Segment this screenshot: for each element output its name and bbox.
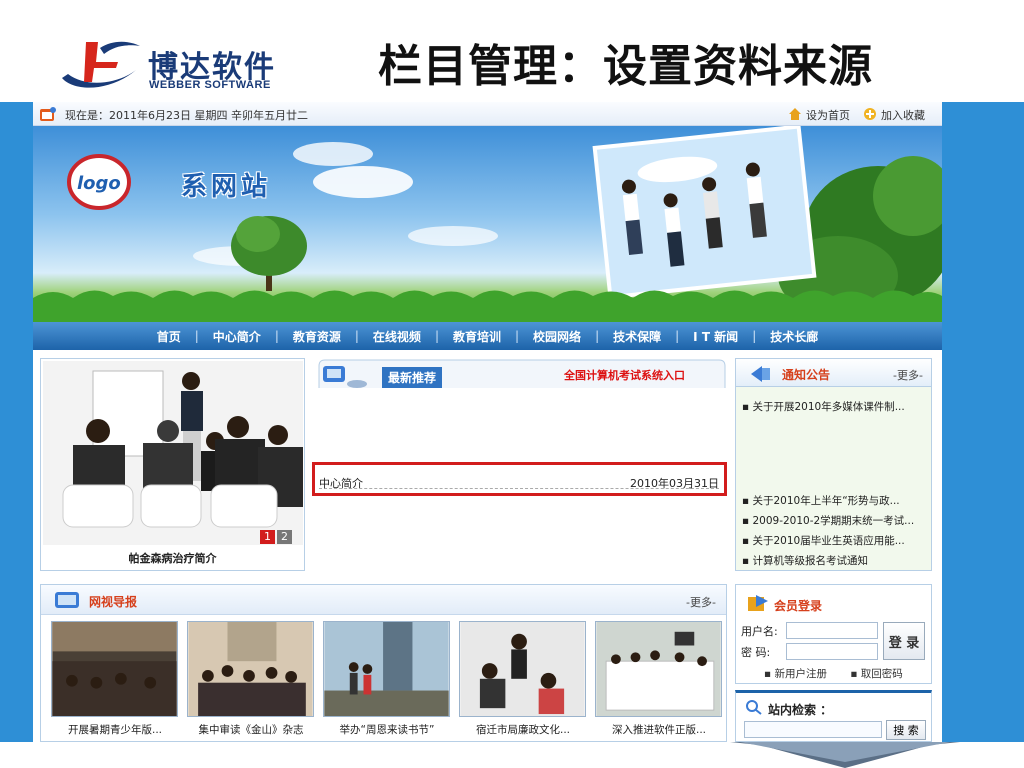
add-favorite-link[interactable]: 加入收藏 <box>881 107 925 123</box>
list-item-title[interactable]: 中心简介 <box>319 475 363 491</box>
login-links: ▪ 新用户注册 ▪ 取回密码 <box>764 666 923 681</box>
video-thumb-2[interactable] <box>187 621 314 717</box>
recommend-title: 最新推荐 <box>382 367 443 388</box>
set-home-link[interactable]: 设为首页 <box>806 107 850 123</box>
brand-name-en: WEBBER SOFTWARE <box>149 79 271 91</box>
notice-header: 通知公告 -更多- <box>736 359 931 387</box>
login-title: 会员登录 <box>774 599 823 613</box>
video-header: 网视导报 -更多- <box>41 585 726 615</box>
password-label: 密 码: <box>741 646 771 659</box>
slide-page-1[interactable]: 1 <box>260 530 275 544</box>
notice-more-link[interactable]: -更多- <box>893 367 923 383</box>
slide-page-2[interactable]: 2 <box>277 530 292 544</box>
nav-item-home[interactable]: 首页 <box>143 328 195 345</box>
left-decor-band <box>0 102 33 742</box>
video-thumb-1[interactable] <box>51 621 178 717</box>
list-item-date: 2010年03月31日 <box>630 477 719 490</box>
video-more-link[interactable]: -更多- <box>686 594 716 610</box>
site-name: 系网站 <box>181 172 272 202</box>
login-button[interactable]: 登 录 <box>883 622 925 660</box>
video-caption[interactable]: 深入推进软件正版... <box>591 722 727 737</box>
login-icon <box>748 595 768 611</box>
search-title: 站内检索 ： <box>768 703 833 717</box>
register-link[interactable]: ▪ 新用户注册 <box>764 668 837 680</box>
slide-caption[interactable]: 帕金森病治疗简介 <box>41 550 304 566</box>
username-input[interactable] <box>786 622 878 639</box>
video-caption[interactable]: 开展暑期青少年版... <box>47 722 183 737</box>
brand-swoosh-icon <box>62 41 140 88</box>
nav-item-it-news[interactable]: I T 新闻 <box>679 328 752 345</box>
chevron-down-icon <box>730 742 960 768</box>
video-caption[interactable]: 举办“周恩来读书节” <box>319 722 455 737</box>
nav-item-center-intro[interactable]: 中心简介 <box>199 328 275 345</box>
site-banner: logo 系网站 <box>33 126 942 322</box>
highlight-box: 中心简介 2010年03月31日 <box>312 462 727 496</box>
home-icon[interactable] <box>788 107 802 121</box>
username-label: 用户名: <box>741 625 778 638</box>
notice-item[interactable]: ▪ 关于2010届毕业生英语应用能... <box>742 533 905 548</box>
nav-item-edu-training[interactable]: 教育培训 <box>439 328 515 345</box>
nav-item-online-video[interactable]: 在线视频 <box>359 328 435 345</box>
video-title: 网视导报 <box>89 595 138 609</box>
main-nav: 首页 | 中心简介 | 教育资源 | 在线视频 | 教育培训 | 校园网络 | 技术保障 | … <box>33 322 942 350</box>
search-input[interactable] <box>744 721 882 738</box>
notice-item[interactable]: ▪ 计算机等级报名考试通知 <box>742 553 868 568</box>
site-logo-text: logo <box>77 173 121 194</box>
top-info-bar: 现在是：2011年6月23日 星期四 辛卯年五月廿二 设为首页 加入收藏 <box>33 102 942 126</box>
website-screenshot: 现在是：2011年6月23日 星期四 辛卯年五月廿二 设为首页 加入收藏 log… <box>33 102 942 742</box>
video-thumb-5[interactable] <box>595 621 722 717</box>
list-item[interactable]: 中心简介 2010年03月31日 <box>319 475 719 491</box>
banner-scenery: logo <box>33 126 942 322</box>
notice-item[interactable]: ▪ 关于开展2010年多媒体课件制... <box>742 399 905 414</box>
video-caption[interactable]: 集中审读《金山》杂志 <box>183 722 319 737</box>
nav-item-tech-support[interactable]: 技术保障 <box>599 328 675 345</box>
notice-item[interactable]: ▪ 关于2010年上半年“形势与政... <box>742 493 900 508</box>
recommend-header: 最新推荐 全国计算机考试系统入口 <box>317 358 727 390</box>
exam-system-link[interactable]: 全国计算机考试系统入口 <box>564 367 685 383</box>
nav-item-edu-resources[interactable]: 教育资源 <box>279 328 355 345</box>
megaphone-icon <box>751 366 770 382</box>
current-date: 现在是：2011年6月23日 星期四 辛卯年五月廿二 <box>65 109 308 122</box>
notice-item[interactable]: ▪ 2009-2010-2学期期末统一考试... <box>742 513 914 528</box>
video-thumb-3[interactable] <box>323 621 450 717</box>
brand-logo: 博达软件 WEBBER SOFTWARE <box>56 34 296 96</box>
video-news-panel: 网视导报 -更多- 开展暑期青少年版... 集中审读《金山》杂志 举办“周恩来读… <box>40 584 727 742</box>
site-search-panel: 站内检索 ： 搜 索 <box>735 690 932 742</box>
search-icon <box>746 700 762 715</box>
slide-title: 栏目管理：设置资料来源 <box>378 41 873 92</box>
calendar-icon <box>40 107 56 121</box>
notice-title: 通知公告 <box>782 368 831 382</box>
nav-item-campus-network[interactable]: 校园网络 <box>519 328 595 345</box>
lecture-photo <box>43 361 303 545</box>
latest-recommend-panel: 最新推荐 全国计算机考试系统入口 中心简介 2010年03月31日 <box>312 358 728 571</box>
tv-icon <box>55 592 79 608</box>
nav-item-tech-gallery[interactable]: 技术长廊 <box>756 328 832 345</box>
slide-header: 博达软件 WEBBER SOFTWARE 栏目管理：设置资料来源 <box>0 0 1024 102</box>
search-button[interactable]: 搜 索 <box>886 720 926 740</box>
video-caption[interactable]: 宿迁市局廉政文化... <box>455 722 591 737</box>
member-login-panel: 会员登录 用户名: 密 码: 登 录 ▪ 新用户注册 ▪ 取回密码 <box>735 584 932 684</box>
right-decor-band <box>942 102 1024 742</box>
password-input[interactable] <box>786 643 878 660</box>
video-thumb-4[interactable] <box>459 621 586 717</box>
add-favorite-icon[interactable] <box>863 107 877 121</box>
recover-password-link[interactable]: ▪ 取回密码 <box>850 668 912 680</box>
photo-slideshow[interactable]: 1 2 帕金森病治疗简介 <box>40 358 305 571</box>
notice-panel: 通知公告 -更多- ▪ 关于开展2010年多媒体课件制... ▪ 关于2010年… <box>735 358 932 571</box>
